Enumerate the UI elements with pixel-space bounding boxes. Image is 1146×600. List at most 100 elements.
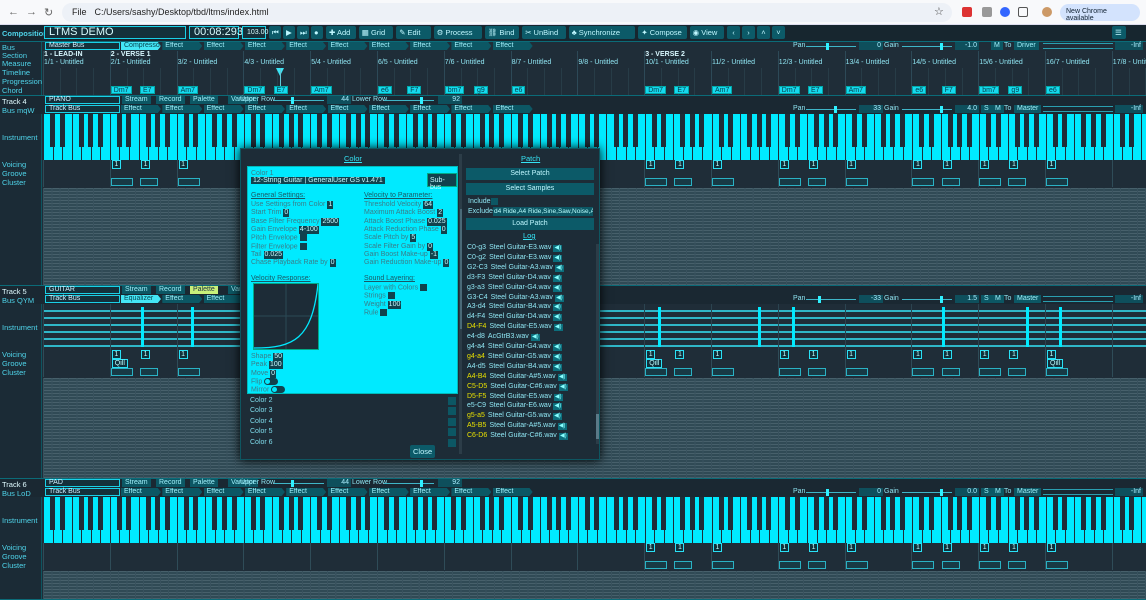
color-row-toggle[interactable] [448, 397, 456, 405]
color-row-label[interactable]: Color 5 [250, 428, 273, 435]
master-effect-slot[interactable]: Effect [162, 42, 203, 50]
voicing-badge[interactable]: 1 [675, 160, 685, 169]
voicing-badge[interactable]: 1 [1047, 350, 1056, 359]
cluster-block[interactable] [674, 368, 693, 376]
track-effect-slot[interactable]: Effect [244, 105, 285, 113]
color-row-label[interactable]: Color 4 [250, 418, 273, 425]
speaker-icon[interactable]: ◀) [552, 274, 562, 282]
nav-button[interactable]: ˅ [772, 26, 785, 39]
chord-chip[interactable]: Am7 [311, 86, 332, 94]
velocity-setting[interactable]: Threshold Velocity 64 [364, 201, 433, 209]
gain-slider[interactable] [902, 43, 952, 50]
track-effect-slot[interactable]: Equalizer [121, 295, 161, 303]
master-effect-slot[interactable]: Effect [286, 42, 327, 50]
velocity-setting-value[interactable]: 64 [423, 201, 433, 209]
cluster-block[interactable] [941, 561, 960, 569]
speaker-icon[interactable]: ◀) [553, 393, 563, 401]
general-setting-value[interactable]: 0 [283, 209, 290, 218]
measure-label[interactable]: 15/6 - Untitled [979, 59, 1023, 66]
menu-icon[interactable]: ☰ [1112, 26, 1126, 39]
general-setting-value[interactable] [299, 234, 307, 242]
voicing-badge[interactable]: 1 [111, 160, 121, 169]
close-button[interactable]: Close [410, 445, 436, 458]
piano-keyboard[interactable] [43, 497, 1146, 543]
nav-button[interactable]: › [742, 26, 755, 39]
measure-label[interactable]: 16/7 - Untitled [1046, 59, 1090, 66]
cluster-block[interactable] [778, 561, 801, 569]
tempo-input[interactable]: 103.00 [242, 26, 268, 39]
voicing-badge[interactable]: 1 [980, 350, 990, 359]
select-samples-button[interactable]: Select Samples [466, 183, 594, 195]
exclude-input[interactable]: d4 Ride,A4 Ride,Sine,Saw,Noise,A [493, 207, 593, 216]
include-checkbox[interactable] [491, 198, 498, 205]
voicing-badge[interactable]: 1 [980, 543, 990, 552]
track-effect-slot[interactable]: Effect [203, 295, 244, 303]
cluster-block[interactable] [674, 178, 693, 186]
voicing-badge[interactable]: 1 [846, 543, 856, 552]
output-select[interactable]: Driver [1014, 42, 1039, 50]
speaker-icon[interactable]: ◀) [553, 403, 563, 411]
subbus-button[interactable]: Sub-bus [427, 173, 457, 191]
velocity-setting-value[interactable]: 0 [427, 242, 433, 251]
track-stream-button[interactable]: Stream [122, 479, 151, 487]
cluster-block[interactable] [1046, 561, 1068, 569]
pan-slider-handle[interactable] [826, 489, 829, 496]
pan-slider-handle[interactable] [834, 106, 838, 113]
toolbar-synchronize-button[interactable]: ♣ Synchronize [568, 26, 636, 39]
voicing-badge[interactable]: 1 [141, 350, 151, 359]
mute-button[interactable]: M [992, 105, 1004, 113]
cluster-block[interactable] [912, 178, 935, 186]
toolbar-grid-button[interactable]: ▦ Grid [358, 26, 394, 39]
voicing-badge[interactable]: 1 [809, 350, 819, 359]
velocity-setting[interactable]: Attack Reduction Phase 0 [364, 225, 447, 234]
chord-chip[interactable]: E7 [140, 86, 155, 94]
track-effect-slot[interactable]: Effect [286, 105, 327, 113]
voicing-badge[interactable]: 1 [111, 350, 121, 359]
voicing-badge[interactable]: 1 [675, 350, 685, 359]
speaker-icon[interactable]: ◀) [552, 304, 562, 312]
chord-chip[interactable]: e6 [1046, 86, 1060, 94]
general-setting-value[interactable]: 2500 [321, 217, 340, 226]
speaker-icon[interactable]: ◀) [553, 245, 563, 252]
master-effect-slot[interactable]: Effect [492, 42, 533, 50]
track-name-input[interactable]: GUITAR [45, 286, 120, 294]
nav-button[interactable]: ‹ [727, 26, 740, 39]
track-effect-slot[interactable]: Effect [368, 488, 409, 496]
measure-label[interactable]: 7/6 - Untitled [445, 59, 485, 66]
track-effect-slot[interactable]: Effect [203, 488, 244, 496]
master-effect-slot[interactable]: Effect [451, 42, 492, 50]
slider-handle[interactable] [291, 97, 294, 104]
general-setting-value[interactable]: 0.025 [263, 250, 284, 259]
pan-slider[interactable] [806, 296, 856, 303]
chord-chip[interactable]: e6 [378, 86, 392, 94]
speaker-icon[interactable]: ◀) [552, 353, 562, 361]
voicing-badge[interactable]: 1 [980, 160, 990, 169]
toolbar-view-button[interactable]: ◉ View [689, 26, 724, 39]
measure-label[interactable]: 17/8 - Untitled [1113, 59, 1146, 66]
chord-chip[interactable]: Dm7 [110, 86, 132, 94]
color-row-label[interactable]: Color 2 [250, 397, 273, 404]
pan-slider[interactable] [806, 43, 856, 50]
layering-setting-value[interactable] [380, 308, 388, 316]
update-button[interactable]: New Chrome available [1060, 4, 1140, 22]
master-effect-slot[interactable]: Effect [327, 42, 368, 50]
cluster-block[interactable] [674, 561, 693, 569]
velocity-setting-value[interactable]: 0 [440, 225, 447, 234]
voicing-badge[interactable]: 1 [1009, 543, 1019, 552]
layering-setting[interactable]: Strings [364, 292, 395, 300]
voicing-badge[interactable]: 1 [846, 350, 856, 359]
gain-slider[interactable] [902, 296, 952, 303]
track-bus-name[interactable]: Track Bus [45, 105, 120, 113]
mute-button[interactable]: M [992, 488, 1004, 496]
layering-setting-value[interactable]: 100 [387, 300, 402, 309]
track-effect-slot[interactable]: Effect [162, 295, 203, 303]
voicing-badge[interactable]: 1 [1047, 160, 1056, 169]
response-value[interactable]: 0 [270, 369, 277, 378]
composition-title-input[interactable]: LTMS DEMO [44, 26, 186, 39]
layering-setting-value[interactable] [420, 284, 428, 291]
track-bus-name[interactable]: Track Bus [45, 488, 120, 496]
layering-setting[interactable]: Layer with Colors [364, 284, 428, 291]
velocity-setting[interactable]: Scale Filter Gain by 0 [364, 242, 433, 251]
play-button[interactable]: ▶ [283, 26, 295, 39]
color-row-label[interactable]: Color 6 [250, 439, 273, 446]
